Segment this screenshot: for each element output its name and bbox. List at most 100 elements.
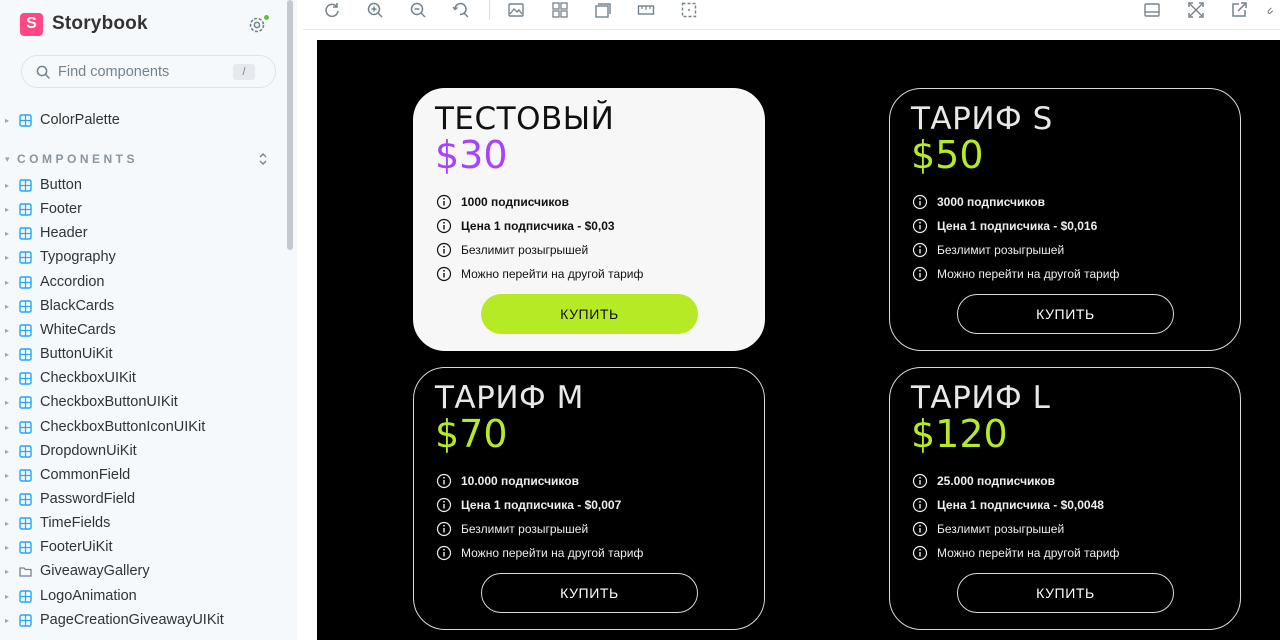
- sidebar-item-label: WhiteCards: [40, 322, 116, 338]
- plan-price: $120: [911, 412, 1008, 456]
- settings-button[interactable]: [247, 14, 270, 36]
- expand-caret-icon: ▸: [5, 591, 10, 601]
- info-icon: [436, 473, 452, 489]
- info-icon: [912, 242, 928, 258]
- feature-item: Безлимит розыгрышей: [436, 517, 643, 541]
- link-icon: [1267, 7, 1274, 15]
- sidebar-item-label: CommonField: [40, 467, 131, 483]
- sidebar-item-logoanimation[interactable]: ▸ LogoAnimation: [0, 585, 290, 607]
- component-icon: [19, 202, 32, 216]
- buy-button[interactable]: КУПИТЬ: [481, 573, 698, 613]
- feature-item: 25.000 подписчиков: [912, 469, 1119, 493]
- zoom-in-button[interactable]: [363, 0, 387, 20]
- sidebar-item-label: BlackCards: [40, 298, 115, 314]
- sidebar-item-footer[interactable]: ▸ Footer: [0, 198, 290, 220]
- component-icon: [19, 444, 32, 458]
- remount-button[interactable]: [320, 0, 344, 20]
- feature-text: Безлимит розыгрышей: [461, 522, 589, 536]
- pricing-card: ТАРИФ S $50 3000 подписчиков Цена 1 подписч…: [889, 88, 1241, 351]
- expand-caret-icon: ▸: [5, 422, 10, 432]
- feature-list: 3000 подписчиков Цена 1 подписчика - $0,0…: [912, 190, 1119, 286]
- search-box[interactable]: /: [21, 55, 276, 88]
- sidebar-item-label: FooterUiKit: [40, 539, 113, 555]
- search-shortcut-badge: /: [233, 64, 255, 80]
- sidebar-item-pagecreationgiveawayuikit[interactable]: ▸ PageCreationGiveawayUIKit: [0, 609, 290, 631]
- expand-caret-icon: ▸: [5, 566, 10, 576]
- outline-button[interactable]: [677, 0, 701, 20]
- toolbar-separator: [489, 0, 490, 20]
- search-input[interactable]: [58, 63, 223, 80]
- section-title: COMPONENTS: [17, 152, 139, 166]
- info-icon: [912, 194, 928, 210]
- expand-caret-icon: ▸: [5, 373, 10, 383]
- component-icon: [19, 613, 32, 627]
- component-icon: [19, 275, 32, 289]
- sidebar-item-giveawaygallery[interactable]: ▸ GiveawayGallery: [0, 560, 290, 582]
- feature-text: 3000 подписчиков: [937, 195, 1045, 209]
- zoom-reset-button[interactable]: [449, 0, 473, 20]
- feature-list: 10.000 подписчиков Цена 1 подписчика - $0…: [436, 469, 643, 565]
- sidebar-item-label: PasswordField: [40, 491, 136, 507]
- expand-caret-icon: ▸: [5, 470, 10, 480]
- copy-link-button[interactable]: [1267, 0, 1280, 20]
- fullscreen-button[interactable]: [1184, 0, 1208, 20]
- sidebar-item-checkboxbuttoniconuikit[interactable]: ▸ CheckboxButtonIconUIKit: [0, 416, 290, 438]
- zoom-reset-icon: [452, 2, 469, 18]
- info-icon: [436, 194, 452, 210]
- sidebar-item-accordion[interactable]: ▸ Accordion: [0, 271, 290, 293]
- info-icon: [436, 545, 452, 561]
- sidebar-item-buttonuikit[interactable]: ▸ ButtonUiKit: [0, 343, 290, 365]
- open-new-tab-icon: [1232, 2, 1247, 17]
- sidebar-item-whitecards[interactable]: ▸ WhiteCards: [0, 319, 290, 341]
- info-icon: [912, 521, 928, 537]
- pricing-card: ТАРИФ L $120 25.000 подписчиков Цена 1 подп…: [889, 367, 1241, 630]
- feature-text: Безлимит розыгрышей: [937, 243, 1065, 257]
- buy-button[interactable]: КУПИТЬ: [957, 294, 1174, 334]
- sidebar-item-checkboxbuttonuikit[interactable]: ▸ CheckboxButtonUIKit: [0, 391, 290, 413]
- sidebar-item-header[interactable]: ▸ Header: [0, 222, 290, 244]
- pricing-card: ТАРИФ M $70 10.000 подписчиков Цена 1 подпи…: [413, 367, 765, 630]
- image-icon: [508, 3, 524, 17]
- zoom-out-button[interactable]: [406, 0, 430, 20]
- sidebar-item-colorpalette[interactable]: ▸ ColorPalette: [0, 109, 290, 131]
- feature-list: 1000 подписчиков Цена 1 подписчика - $0,0…: [436, 190, 643, 286]
- sidebar-item-passwordfield[interactable]: ▸ PasswordField: [0, 488, 290, 510]
- feature-item: 10.000 подписчиков: [436, 469, 643, 493]
- storybook-logo-icon: S: [20, 12, 43, 36]
- info-icon: [912, 266, 928, 282]
- measure-button[interactable]: [634, 0, 658, 20]
- expand-caret-icon: ▸: [5, 397, 10, 407]
- viewport-button[interactable]: [591, 0, 615, 20]
- sidebar-item-footeruikit[interactable]: ▸ FooterUiKit: [0, 536, 290, 558]
- sidebar-item-checkboxuikit[interactable]: ▸ CheckboxUIKit: [0, 367, 290, 389]
- buy-button[interactable]: КУПИТЬ: [481, 294, 698, 334]
- feature-item: Можно перейти на другой тариф: [436, 541, 643, 565]
- sidebar-item-label: Header: [40, 225, 88, 241]
- buy-button[interactable]: КУПИТЬ: [957, 573, 1174, 613]
- toggle-panel-button[interactable]: [1140, 0, 1164, 20]
- grid-button[interactable]: [548, 0, 572, 20]
- background-image-button[interactable]: [504, 0, 528, 20]
- brand[interactable]: S Storybook: [20, 12, 148, 36]
- component-icon: [19, 516, 32, 530]
- sidebar-item-typography[interactable]: ▸ Typography: [0, 246, 290, 268]
- feature-text: 25.000 подписчиков: [937, 474, 1055, 488]
- sidebar-item-commonfield[interactable]: ▸ CommonField: [0, 464, 290, 486]
- expand-collapse-icon[interactable]: [257, 152, 269, 166]
- info-icon: [912, 473, 928, 489]
- feature-item: Можно перейти на другой тариф: [912, 541, 1119, 565]
- expand-caret-icon: ▸: [5, 228, 10, 238]
- sidebar-item-dropdownuikit[interactable]: ▸ DropdownUiKit: [0, 440, 290, 462]
- feature-text: 1000 подписчиков: [461, 195, 569, 209]
- expand-caret-icon: ▸: [5, 252, 10, 262]
- sidebar-item-label: Button: [40, 177, 82, 193]
- open-new-tab-button[interactable]: [1227, 0, 1251, 20]
- info-icon: [436, 242, 452, 258]
- search-icon: [36, 65, 50, 79]
- section-header-components[interactable]: ▾ COMPONENTS: [0, 149, 290, 169]
- component-icon: [19, 323, 32, 337]
- sidebar-item-blackcards[interactable]: ▸ BlackCards: [0, 295, 290, 317]
- sidebar-item-button[interactable]: ▸ Button: [0, 174, 290, 196]
- sidebar-item-timefields[interactable]: ▸ TimeFields: [0, 512, 290, 534]
- expand-caret-icon: ▸: [5, 446, 10, 456]
